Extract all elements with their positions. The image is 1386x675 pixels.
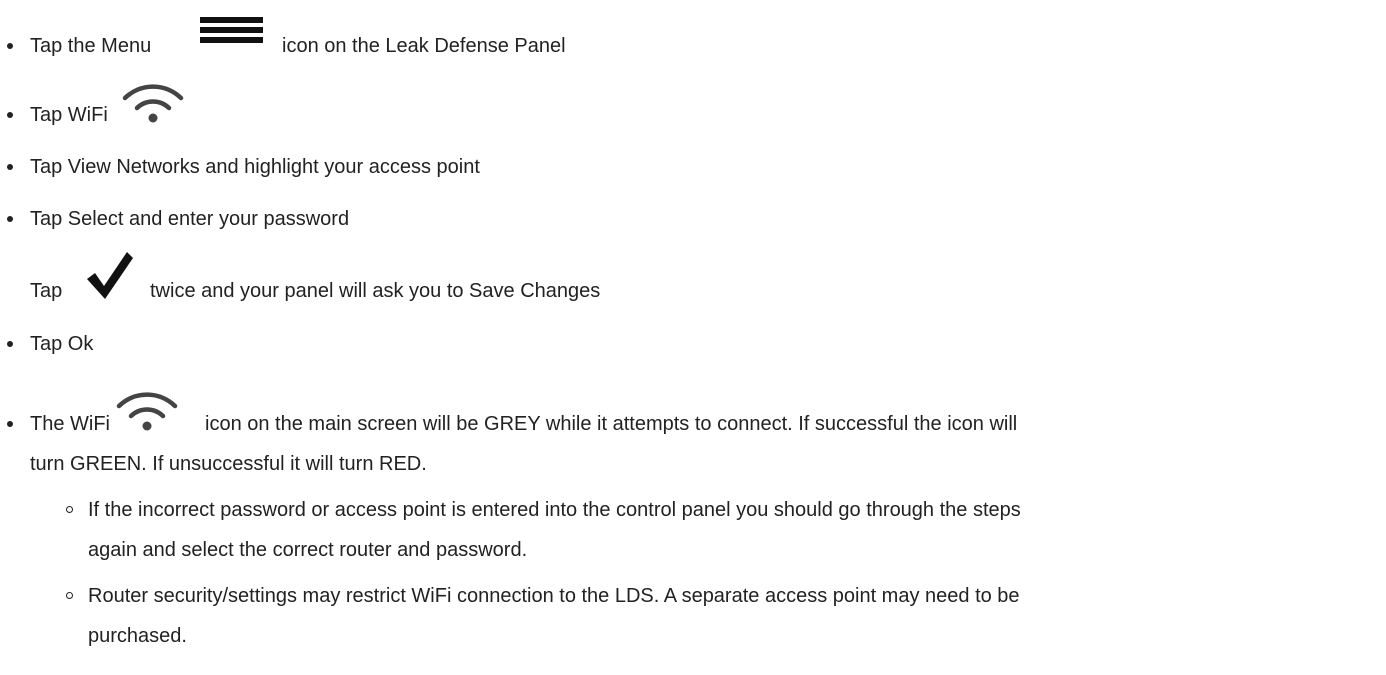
- step-text: icon on the main screen will be GREY whi…: [205, 413, 1018, 435]
- checkmark-icon: [85, 249, 135, 301]
- substep-text: again and select the correct router and …: [88, 539, 528, 561]
- step-text: Tap the Menu: [30, 35, 152, 57]
- step-text: turn GREEN. If unsuccessful it will turn…: [30, 453, 427, 475]
- step-text: Tap Select and enter your password: [30, 208, 350, 230]
- step-text: The WiFi: [30, 413, 110, 435]
- step-text: twice and your panel will ask you to Sav…: [150, 280, 601, 302]
- instructions-document: Tap the Menu icon on the Leak Defense Pa…: [0, 0, 1386, 675]
- substep-text: Router security/settings may restrict Wi…: [88, 585, 1020, 607]
- step-text: Tap View Networks and highlight your acc…: [30, 156, 480, 178]
- bullet: [7, 112, 13, 118]
- bullet: [7, 216, 13, 222]
- bullet: [7, 421, 13, 427]
- substep-text: If the incorrect password or access poin…: [88, 499, 1021, 521]
- menu-icon: [200, 14, 263, 44]
- bullet: [7, 164, 13, 170]
- step-text: Tap WiFi: [30, 104, 108, 126]
- step-text: Tap Ok: [30, 333, 94, 355]
- wifi-icon: [121, 78, 185, 124]
- step-text: Tap: [30, 280, 63, 302]
- sub-bullet: [66, 592, 73, 599]
- wifi-icon: [115, 386, 179, 432]
- bullet: [7, 43, 13, 49]
- substep-text: purchased.: [88, 625, 187, 647]
- step-text: icon on the Leak Defense Panel: [282, 35, 566, 57]
- bullet: [7, 341, 13, 347]
- sub-bullet: [66, 506, 73, 513]
